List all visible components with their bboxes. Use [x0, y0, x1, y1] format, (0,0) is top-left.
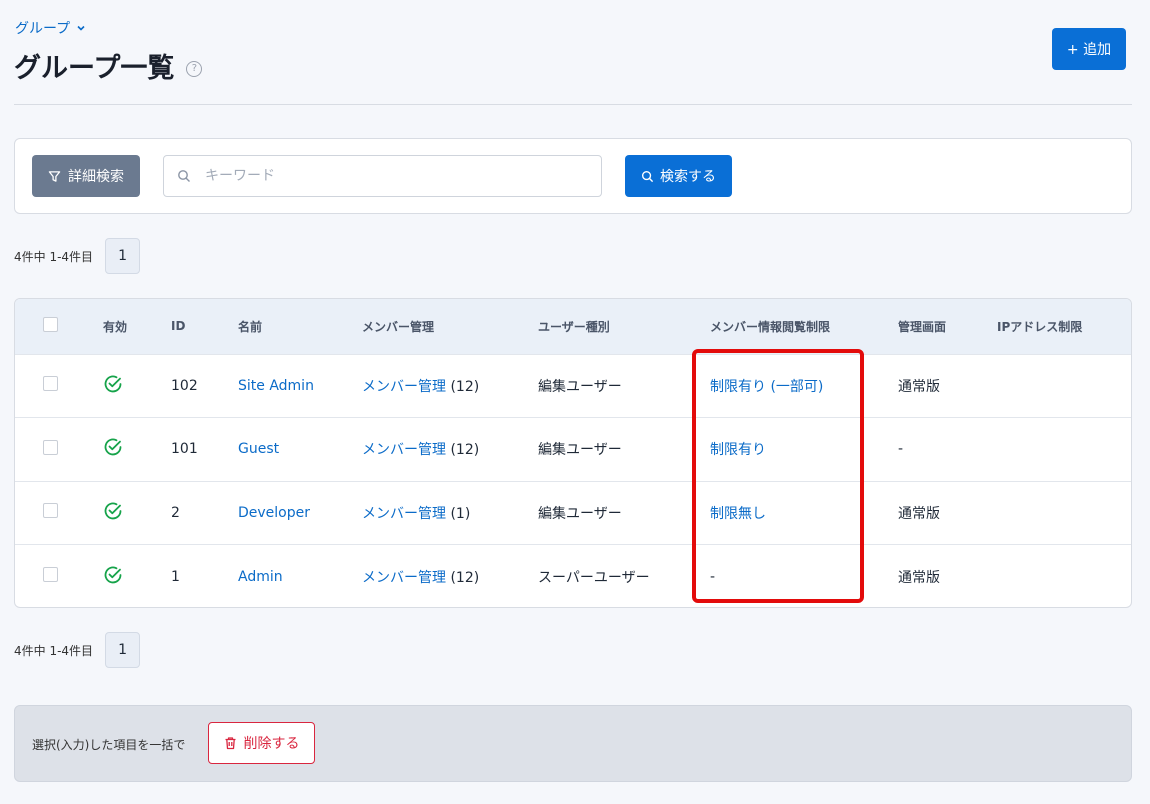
row-id: 102: [171, 377, 198, 394]
page-header: グループ一覧 ?: [14, 46, 203, 85]
admin-screen: -: [898, 441, 904, 458]
table-header-row: 有効 ID 名前 メンバー管理 ユーザー種別 メンバー情報閲覧制限 管理画面 I…: [15, 299, 1131, 354]
help-icon[interactable]: ?: [186, 60, 203, 77]
detail-search-label: 詳細検索: [68, 169, 124, 185]
group-table: 有効 ID 名前 メンバー管理 ユーザー種別 メンバー情報閲覧制限 管理画面 I…: [14, 298, 1132, 608]
restriction-link[interactable]: 制限無し: [710, 506, 766, 522]
header-ip-restriction: IPアドレス制限: [997, 319, 1083, 334]
member-count: (12): [450, 378, 480, 395]
select-all-checkbox[interactable]: [43, 317, 58, 333]
user-type: 編集ユーザー: [538, 505, 622, 522]
header-divider: [14, 104, 1132, 105]
header-id: ID: [171, 319, 186, 334]
keyword-field[interactable]: [163, 155, 602, 197]
breadcrumb-label[interactable]: グループ: [15, 18, 70, 38]
check-circle-icon: [103, 565, 123, 585]
row-id: 101: [171, 441, 198, 458]
table-row: 1 Admin メンバー管理 (12) スーパーユーザー - 通常版: [15, 544, 1131, 608]
search-button[interactable]: 検索する: [625, 155, 732, 197]
header-name: 名前: [238, 319, 263, 334]
header-admin-screen: 管理画面: [898, 319, 947, 334]
admin-screen: 通常版: [898, 505, 940, 522]
member-count: (1): [450, 505, 471, 522]
table-row: 102 Site Admin メンバー管理 (12) 編集ユーザー 制限有り (…: [15, 354, 1131, 418]
header-member-info-restriction: メンバー情報閲覧制限: [710, 319, 831, 334]
row-checkbox[interactable]: [43, 503, 58, 519]
group-name-link[interactable]: Admin: [238, 569, 283, 585]
pagination-summary: 4件中 1-4件目: [14, 249, 94, 264]
delete-button[interactable]: 削除する: [208, 722, 315, 764]
admin-screen: 通常版: [898, 569, 940, 586]
group-name-link[interactable]: Guest: [238, 441, 279, 457]
ip-restriction: [997, 481, 1131, 545]
trash-icon: [224, 736, 237, 750]
ip-restriction: [997, 418, 1131, 482]
user-type: スーパーユーザー: [538, 569, 650, 586]
search-icon: [177, 169, 191, 183]
ip-restriction: [997, 545, 1131, 608]
keyword-input[interactable]: [203, 167, 587, 185]
page-button[interactable]: 1: [105, 632, 141, 668]
search-button-label: 検索する: [660, 169, 716, 185]
check-circle-icon: [103, 501, 123, 521]
search-icon: [641, 170, 654, 183]
user-type: 編集ユーザー: [538, 442, 622, 459]
check-circle-icon: [103, 374, 123, 394]
admin-screen: 通常版: [898, 378, 940, 395]
pagination-summary: 4件中 1-4件目: [14, 643, 94, 658]
header-member-management: メンバー管理: [362, 319, 435, 334]
row-id: 2: [171, 504, 180, 521]
row-checkbox[interactable]: [43, 567, 58, 582]
add-button[interactable]: + 追加: [1052, 28, 1126, 70]
header-enabled: 有効: [103, 319, 128, 334]
table-row: 101 Guest メンバー管理 (12) 編集ユーザー 制限有り -: [15, 417, 1131, 482]
page-title: グループ一覧: [14, 53, 175, 84]
row-id: 1: [171, 568, 180, 585]
breadcrumb[interactable]: グループ: [15, 18, 86, 38]
check-circle-icon: [103, 437, 123, 457]
ip-restriction: [997, 354, 1131, 418]
pagination-top: 4件中 1-4件目 1: [14, 238, 141, 274]
chevron-down-icon[interactable]: [76, 23, 86, 36]
restriction-value: -: [710, 568, 716, 585]
row-checkbox[interactable]: [43, 439, 58, 455]
table-row: 2 Developer メンバー管理 (1) 編集ユーザー 制限無し 通常版: [15, 481, 1131, 545]
bulk-action-bar: 選択(入力)した項目を一括で 削除する: [14, 705, 1132, 782]
restriction-link[interactable]: 制限有り: [710, 442, 766, 458]
pagination-bottom: 4件中 1-4件目 1: [14, 632, 141, 668]
group-name-link[interactable]: Site Admin: [238, 378, 314, 394]
header-user-type: ユーザー種別: [538, 319, 610, 334]
member-count: (12): [450, 569, 480, 586]
page-button[interactable]: 1: [105, 238, 141, 274]
member-management-link[interactable]: メンバー管理: [362, 570, 446, 586]
member-management-link[interactable]: メンバー管理: [362, 379, 446, 395]
row-checkbox[interactable]: [43, 376, 58, 392]
delete-label: 削除する: [243, 736, 300, 752]
bulk-action-label: 選択(入力)した項目を一括で: [32, 738, 186, 752]
detail-search-button[interactable]: 詳細検索: [32, 155, 140, 197]
user-type: 編集ユーザー: [538, 378, 622, 395]
member-management-link[interactable]: メンバー管理: [362, 442, 446, 458]
member-management-link[interactable]: メンバー管理: [362, 506, 446, 522]
member-count: (12): [450, 442, 480, 459]
filter-icon: [48, 170, 61, 183]
restriction-link[interactable]: 制限有り (一部可): [710, 379, 823, 395]
group-name-link[interactable]: Developer: [238, 505, 310, 521]
search-panel: 詳細検索 検索する: [14, 138, 1132, 214]
